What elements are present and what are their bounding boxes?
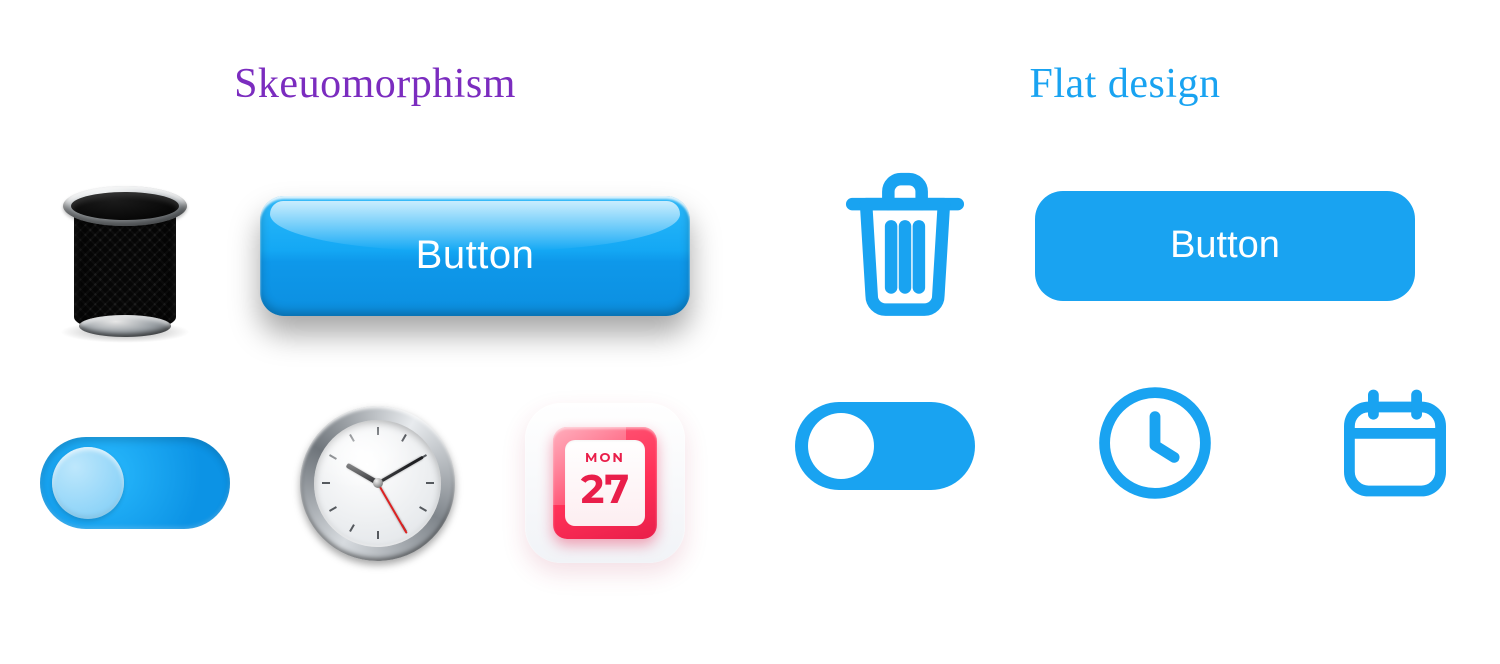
skeu-button-label: Button bbox=[416, 233, 535, 277]
skeuomorphism-heading: Skeuomorphism bbox=[234, 60, 516, 108]
clock-icon bbox=[300, 406, 455, 561]
clock-icon bbox=[1095, 383, 1215, 508]
skeu-toggle-knob bbox=[52, 447, 124, 519]
calendar-icon bbox=[1335, 383, 1455, 508]
trash-icon bbox=[835, 168, 975, 323]
flat-button-label: Button bbox=[1170, 224, 1280, 266]
skeu-toggle[interactable] bbox=[40, 437, 230, 529]
trash-icon bbox=[50, 168, 200, 343]
calendar-icon: MON 27 bbox=[525, 403, 685, 563]
skeu-button[interactable]: Button bbox=[260, 196, 690, 316]
calendar-day-of-week: MON bbox=[565, 450, 645, 466]
flat-design-heading: Flat design bbox=[1030, 60, 1221, 108]
flat-toggle[interactable] bbox=[795, 402, 975, 490]
flat-toggle-knob bbox=[808, 413, 874, 479]
calendar-day-number: 27 bbox=[565, 470, 645, 510]
flat-button[interactable]: Button bbox=[1035, 191, 1415, 301]
